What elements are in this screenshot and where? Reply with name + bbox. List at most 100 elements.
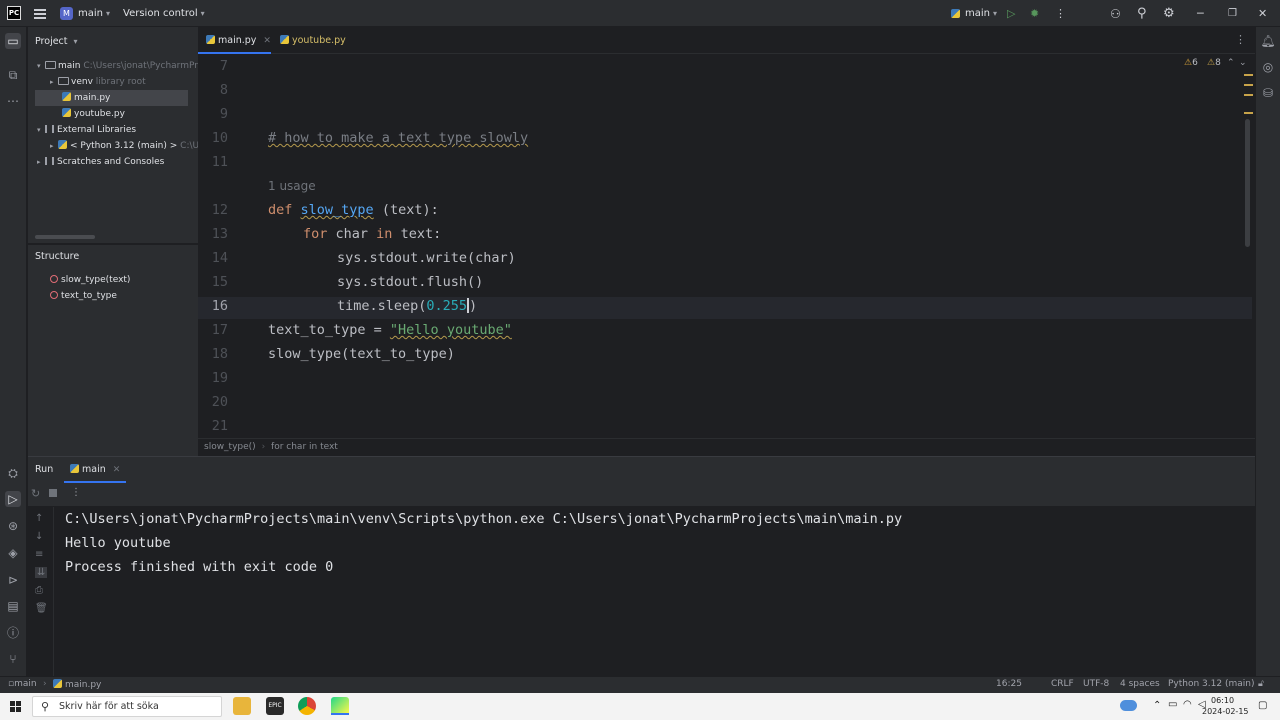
scroll-to-end-icon[interactable]: ⇊ (35, 567, 48, 578)
horizontal-scrollbar[interactable] (35, 235, 95, 239)
more-icon[interactable]: ⋮ (1055, 0, 1066, 27)
restore-icon[interactable]: ❐ (1228, 0, 1237, 27)
close-tab-icon[interactable]: ✕ (263, 36, 271, 46)
tree-item-scratches[interactable]: ▸ Scratches and Consoles (28, 154, 198, 170)
code-line[interactable]: sys.stdout.flush() (337, 274, 483, 290)
structure-item[interactable]: text_to_type (28, 288, 198, 304)
tree-item-main-py[interactable]: main.py (35, 90, 188, 106)
problems-icon[interactable]: ⓘ (5, 625, 21, 641)
notifications-bell-icon[interactable]: 🔔︎ (1260, 33, 1276, 49)
scroll-up-icon[interactable]: ↑ (35, 513, 43, 524)
code-line[interactable]: slow_type(text_to_type) (268, 346, 455, 362)
run-icon[interactable]: ▷ (1007, 0, 1015, 27)
line-separator[interactable]: CRLF (1051, 679, 1074, 689)
lock-icon[interactable]: 🔓︎ (1258, 679, 1264, 689)
pycharm-taskbar-icon[interactable] (331, 697, 349, 715)
print-icon[interactable]: ⎙ (35, 585, 43, 596)
structure-item[interactable]: slow_type(text) (28, 272, 198, 288)
usage-hint[interactable]: 1 usage (268, 178, 316, 194)
expand-arrow-icon[interactable]: ▾ (37, 58, 45, 74)
chevron-down-icon[interactable]: ▾ (201, 9, 205, 18)
status-project[interactable]: ▫main (8, 679, 37, 689)
python-console-icon[interactable]: ⊳ (5, 572, 21, 588)
notification-center-icon[interactable]: ▢ (1258, 700, 1267, 711)
epic-games-icon[interactable]: EPIC (266, 697, 284, 715)
collapse-arrow-icon[interactable]: ▸ (50, 74, 58, 90)
run-config-selector[interactable]: main (965, 8, 990, 19)
project-folder-icon[interactable]: ▭ (5, 33, 21, 49)
stop-icon[interactable] (49, 489, 57, 497)
project-name[interactable]: main (78, 8, 103, 19)
tree-item-main[interactable]: ▾main C:\Users\jonat\PycharmProjects\mai… (28, 58, 198, 74)
code-line[interactable]: for char in text: (303, 226, 441, 242)
code-line[interactable]: sys.stdout.write(char) (337, 250, 516, 266)
tree-item-external-libraries[interactable]: ▾ External Libraries (28, 122, 198, 138)
chevron-up-icon[interactable]: ⌃ (1153, 700, 1161, 711)
tab-options-icon[interactable]: ⋮ (1235, 33, 1246, 46)
run-tab-main[interactable]: main ✕ (64, 457, 127, 483)
more-tools-icon[interactable]: ⋯ (5, 93, 21, 109)
scroll-down-icon[interactable]: ↓ (35, 531, 43, 542)
status-file[interactable]: main.py (53, 679, 101, 690)
cursor-position[interactable]: 16:25 (996, 679, 1022, 689)
indent-setting[interactable]: 4 spaces (1120, 679, 1160, 689)
database-icon[interactable]: ⛁ (1260, 85, 1276, 101)
wifi-icon[interactable]: ◠ (1183, 699, 1192, 710)
expand-arrow-icon[interactable]: ▾ (37, 122, 45, 138)
project-panel-title[interactable]: Project ▾ (35, 36, 78, 47)
file-explorer-icon[interactable] (233, 697, 251, 715)
weak-warnings-indicator[interactable]: ⚠8 (1207, 58, 1221, 68)
tab-main-py[interactable]: main.py ✕ (198, 27, 271, 54)
windows-start-icon[interactable] (10, 701, 21, 712)
clock-time[interactable]: 06:10 (1211, 696, 1234, 705)
version-control-menu[interactable]: Version control (123, 8, 198, 19)
breadcrumb-item[interactable]: slow_type() (204, 442, 256, 452)
close-icon[interactable]: ✕ (1258, 0, 1267, 27)
onedrive-cloud-icon[interactable] (1120, 700, 1137, 711)
code-line[interactable]: time.sleep(0.255) (337, 298, 477, 314)
code-line[interactable]: def slow_type (text): (268, 202, 439, 218)
run-tool-icon[interactable]: ▷ (5, 491, 21, 507)
python-packages-icon[interactable]: ⊛ (5, 518, 21, 534)
vertical-scrollbar[interactable] (1245, 119, 1250, 247)
tree-item-python-sdk[interactable]: ▸< Python 3.12 (main) > C:\Us (28, 138, 198, 154)
code-line[interactable]: text_to_type = "Hello youtube" (268, 322, 512, 338)
minimize-icon[interactable]: ─ (1197, 0, 1204, 27)
layers-icon[interactable]: ◈ (5, 545, 21, 561)
collapse-arrow-icon[interactable]: ▸ (50, 138, 58, 154)
chevron-down-icon[interactable]: ▾ (106, 9, 110, 18)
rerun-icon[interactable]: ↻ (31, 487, 40, 500)
soft-wrap-icon[interactable]: ≡ (35, 549, 43, 560)
chevron-down-icon[interactable]: ▾ (993, 9, 997, 18)
trash-icon[interactable]: 🗑︎ (35, 603, 48, 614)
breadcrumb-item[interactable]: for char in text (271, 442, 338, 452)
collapse-arrow-icon[interactable]: ▸ (37, 154, 45, 170)
main-menu-icon[interactable] (34, 8, 46, 19)
tree-item-venv[interactable]: ▸ venv library root (28, 74, 198, 90)
search-icon[interactable]: ⚲ (1137, 0, 1147, 27)
python-interpreter[interactable]: Python 3.12 (main) (1168, 679, 1254, 689)
terminal-icon[interactable]: ▤ (5, 598, 21, 614)
add-user-icon[interactable]: ⚇ (1110, 0, 1121, 27)
more-icon[interactable]: ⋮ (71, 487, 81, 498)
close-tab-icon[interactable]: ✕ (113, 465, 121, 475)
file-encoding[interactable]: UTF-8 (1083, 679, 1109, 689)
structure-icon[interactable]: ⧉ (5, 67, 21, 83)
tab-youtube-py[interactable]: youtube.py (272, 27, 346, 54)
chevron-down-icon[interactable]: ⌄ (1239, 58, 1247, 68)
chrome-icon[interactable] (298, 697, 316, 715)
project-badge[interactable]: M (60, 6, 73, 20)
services-icon[interactable]: ⛭ (5, 465, 21, 481)
warnings-indicator[interactable]: ⚠6 (1184, 58, 1198, 68)
ai-assistant-icon[interactable]: ◎ (1260, 59, 1276, 75)
code-line[interactable]: # how to make a text type slowly (268, 130, 528, 146)
clock-date[interactable]: 2024-02-15 (1202, 707, 1249, 716)
chevron-up-icon[interactable]: ⌃ (1227, 58, 1235, 68)
debug-icon[interactable]: ✹ (1030, 0, 1039, 27)
settings-gear-icon[interactable]: ⚙ (1163, 0, 1175, 27)
tree-item-youtube-py[interactable]: youtube.py (28, 106, 198, 122)
network-icon[interactable]: ▭ (1168, 699, 1177, 710)
git-icon[interactable]: ⑂ (5, 651, 21, 667)
taskbar-search[interactable]: ⚲ Skriv här för att söka (32, 696, 222, 717)
code-editor[interactable]: ⚠6 ⚠8 ⌃ ⌄ 7 8 9 10 11 12 13 14 15 16 17 … (198, 54, 1255, 438)
